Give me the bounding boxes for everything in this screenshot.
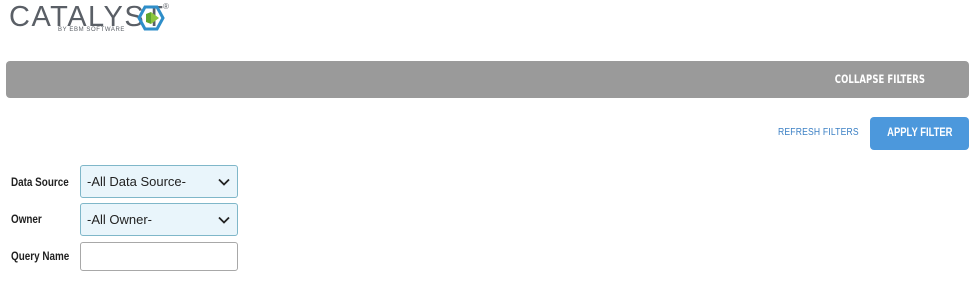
owner-label: Owner	[11, 214, 42, 226]
logo-tagline: BY EBM SOFTWARE	[58, 27, 126, 33]
query-name-input[interactable]	[80, 242, 238, 271]
apply-filter-label: APPLY FILTER	[886, 127, 953, 139]
owner-select[interactable]: -All Owner-	[80, 203, 238, 236]
chevron-down-icon	[218, 216, 230, 224]
refresh-filters-link[interactable]: REFRESH FILTERS	[778, 127, 859, 138]
catalyst-logo: CATALYST BY EBM SOFTWARE ®	[9, 2, 169, 36]
apply-filter-button[interactable]: APPLY FILTER	[870, 117, 969, 150]
data-source-select[interactable]: -All Data Source-	[80, 165, 238, 198]
data-source-selected-value: -All Data Source-	[87, 174, 186, 189]
collapse-filters-button[interactable]: COLLAPSE FILTERS	[835, 72, 925, 86]
owner-selected-value: -All Owner-	[87, 212, 153, 227]
query-name-label: Query Name	[11, 251, 70, 263]
filter-header-bar: COLLAPSE FILTERS	[6, 61, 969, 98]
data-source-label: Data Source	[11, 177, 69, 189]
chevron-down-icon	[218, 178, 230, 186]
logo-registered-mark: ®	[163, 2, 169, 11]
